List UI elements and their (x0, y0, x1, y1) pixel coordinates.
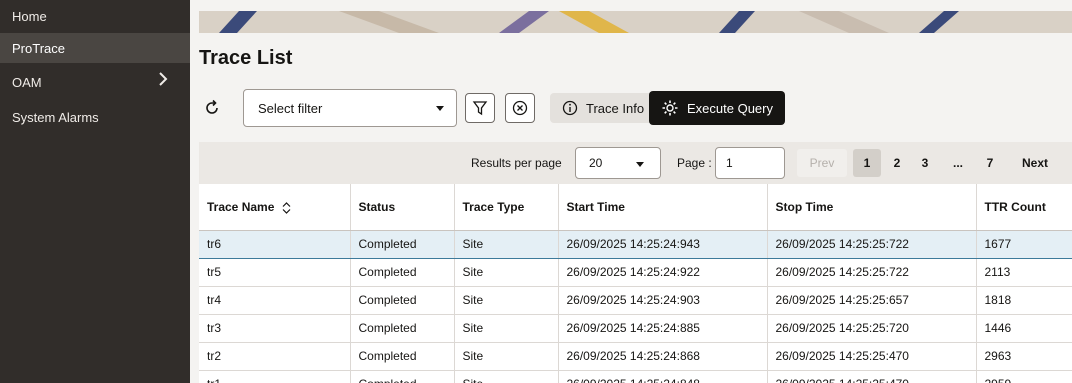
table-row[interactable]: tr4 Completed Site 26/09/2025 14:25:24:9… (199, 286, 1072, 315)
cell-status: Completed (350, 342, 455, 371)
cell-stop-time: 26/09/2025 14:25:25:720 (767, 314, 977, 343)
column-header-ttr-count[interactable]: TTR Count (976, 184, 1072, 231)
sidebar-item-label: System Alarms (12, 109, 99, 125)
cell-start-time: 26/09/2025 14:25:24:848 (558, 370, 768, 383)
execute-query-label: Execute Query (687, 100, 773, 116)
pagination-bar: Results per page 20 Page : 1 Prev 1 2 3 … (199, 142, 1072, 184)
cell-trace-type: Site (454, 258, 559, 287)
cell-ttr-count: 1446 (976, 314, 1072, 343)
results-per-page-label: Results per page (471, 156, 562, 170)
cell-status: Completed (350, 258, 455, 287)
table-header-row: Trace Name Status Trace Type Start Time … (199, 184, 1072, 231)
cell-stop-time: 26/09/2025 14:25:25:470 (767, 342, 977, 371)
cell-status: Completed (350, 286, 455, 315)
table-row[interactable]: tr2 Completed Site 26/09/2025 14:25:24:8… (199, 342, 1072, 371)
column-header-status[interactable]: Status (350, 184, 455, 231)
main-content: Trace List Select filter Trace Info Exec… (190, 0, 1072, 383)
column-header-label: Trace Name (207, 199, 275, 214)
sidebar-item-label: ProTrace (12, 40, 65, 56)
cell-trace-name: tr3 (199, 314, 351, 343)
toolbar: Select filter Trace Info Execute Query (199, 89, 1072, 127)
page-ellipsis: ... (952, 156, 963, 170)
close-circle-icon (512, 100, 528, 116)
chevron-right-icon (159, 72, 168, 86)
cell-status: Completed (350, 230, 455, 259)
page-title: Trace List (199, 47, 293, 69)
column-header-start-time[interactable]: Start Time (558, 184, 768, 231)
table-row[interactable]: tr1 Completed Site 26/09/2025 14:25:24:8… (199, 370, 1072, 383)
page-button-7[interactable]: 7 (976, 149, 1004, 177)
trace-info-button[interactable]: Trace Info (550, 93, 657, 123)
cell-stop-time: 26/09/2025 14:25:25:470 (767, 370, 977, 383)
cell-stop-time: 26/09/2025 14:25:25:722 (767, 258, 977, 287)
sidebar-item-label: OAM (12, 74, 42, 90)
filter-select-value: Select filter (258, 100, 323, 116)
sort-icon[interactable] (282, 201, 291, 214)
cell-trace-type: Site (454, 286, 559, 315)
sidebar-item-label: Home (12, 9, 47, 24)
cell-start-time: 26/09/2025 14:25:24:885 (558, 314, 768, 343)
sidebar-item-home[interactable]: Home (0, 0, 190, 33)
cell-trace-name: tr2 (199, 342, 351, 371)
cell-trace-type: Site (454, 342, 559, 371)
cell-start-time: 26/09/2025 14:25:24:903 (558, 286, 768, 315)
page-button-3[interactable]: 3 (911, 149, 939, 177)
cell-ttr-count: 2959 (976, 370, 1072, 383)
results-per-page-select[interactable]: 20 (575, 147, 661, 179)
cell-status: Completed (350, 314, 455, 343)
next-page-button[interactable]: Next (1010, 149, 1060, 177)
cell-status: Completed (350, 370, 455, 383)
page-button-2[interactable]: 2 (883, 149, 911, 177)
trace-table: Trace Name Status Trace Type Start Time … (199, 184, 1072, 383)
chevron-down-icon (636, 162, 644, 167)
cell-stop-time: 26/09/2025 14:25:25:722 (767, 230, 977, 259)
cell-trace-name: tr1 (199, 370, 351, 383)
trace-info-label: Trace Info (586, 100, 645, 116)
banner-image (199, 11, 1072, 33)
chevron-down-icon (436, 106, 444, 111)
sidebar-item-oam[interactable]: OAM (0, 63, 190, 101)
sidebar: Home ProTrace OAM System Alarms (0, 0, 190, 383)
cell-trace-name: tr5 (199, 258, 351, 287)
sidebar-item-system-alarms[interactable]: System Alarms (0, 101, 190, 133)
cell-trace-type: Site (454, 230, 559, 259)
prev-page-button[interactable]: Prev (797, 149, 847, 177)
page-button-1[interactable]: 1 (853, 149, 881, 177)
cell-ttr-count: 2113 (976, 258, 1072, 287)
sidebar-item-protrace[interactable]: ProTrace (0, 33, 190, 63)
filter-button[interactable] (465, 93, 495, 123)
table-row[interactable]: tr6 Completed Site 26/09/2025 14:25:24:9… (199, 230, 1072, 259)
cell-stop-time: 26/09/2025 14:25:25:657 (767, 286, 977, 315)
cell-start-time: 26/09/2025 14:25:24:868 (558, 342, 768, 371)
cell-ttr-count: 1677 (976, 230, 1072, 259)
cell-ttr-count: 1818 (976, 286, 1072, 315)
cell-ttr-count: 2963 (976, 342, 1072, 371)
cell-trace-name: tr6 (199, 230, 351, 259)
cell-trace-type: Site (454, 314, 559, 343)
results-per-page-value: 20 (589, 156, 603, 170)
banner-pattern (199, 11, 1072, 33)
funnel-icon (472, 101, 488, 116)
page-number-value: 1 (726, 156, 733, 170)
gear-icon (662, 100, 678, 116)
table-row[interactable]: tr3 Completed Site 26/09/2025 14:25:24:8… (199, 314, 1072, 343)
cell-start-time: 26/09/2025 14:25:24:922 (558, 258, 768, 287)
cell-trace-name: tr4 (199, 286, 351, 315)
page-number-input[interactable]: 1 (715, 147, 785, 179)
clear-filter-button[interactable] (505, 93, 535, 123)
column-header-stop-time[interactable]: Stop Time (767, 184, 977, 231)
execute-query-button[interactable]: Execute Query (649, 91, 785, 125)
column-header-trace-type[interactable]: Trace Type (454, 184, 559, 231)
cell-start-time: 26/09/2025 14:25:24:943 (558, 230, 768, 259)
table-row[interactable]: tr5 Completed Site 26/09/2025 14:25:24:9… (199, 258, 1072, 287)
page-label: Page : (677, 156, 712, 170)
refresh-icon[interactable] (203, 99, 221, 117)
filter-select[interactable]: Select filter (243, 89, 457, 127)
column-header-trace-name[interactable]: Trace Name (199, 184, 351, 231)
cell-trace-type: Site (454, 370, 559, 383)
info-icon (562, 100, 578, 116)
